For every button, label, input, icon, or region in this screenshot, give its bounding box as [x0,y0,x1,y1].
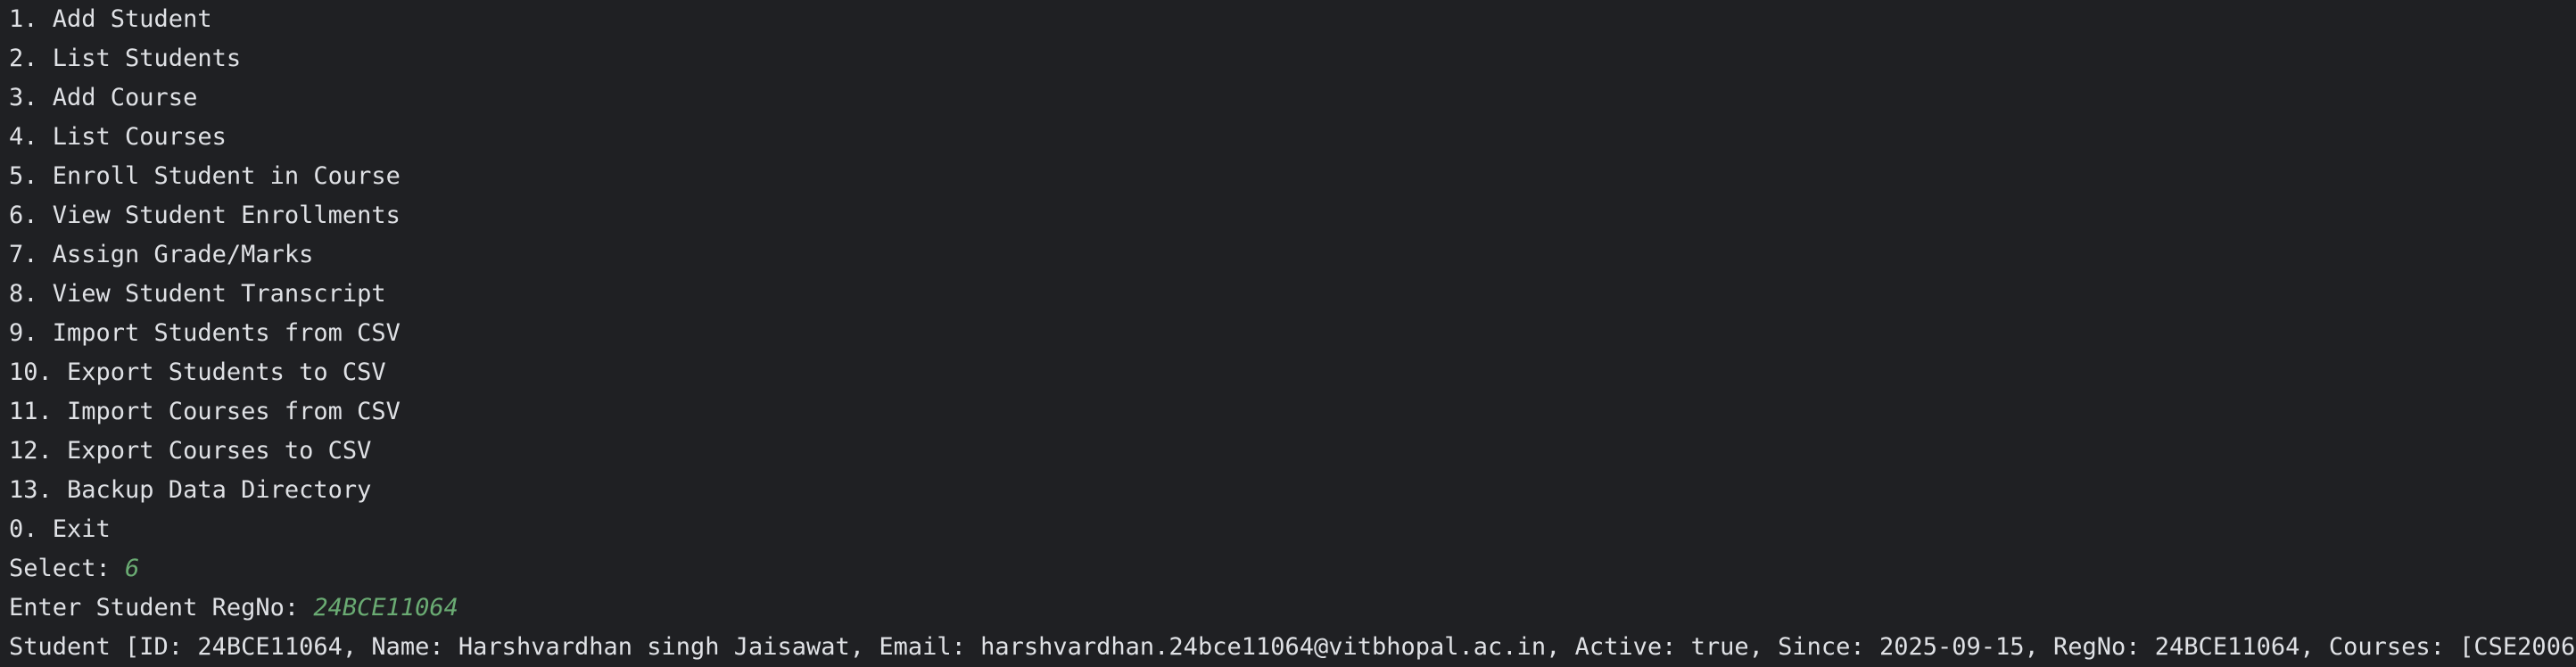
regno-prompt-line: Enter Student RegNo: 24BCE11064 [9,589,2567,628]
select-prompt: Select: [9,555,126,582]
menu-item-view-enrollments: 6. View Student Enrollments [9,202,400,229]
menu-item-assign-grade: 7. Assign Grade/Marks [9,241,314,268]
menu-item-import-students: 9. Import Students from CSV [9,319,400,347]
select-input-value: 6 [125,555,140,582]
regno-prompt: Enter Student RegNo: [9,594,314,622]
menu-item-list-students: 2. List Students [9,45,242,72]
regno-input-value: 24BCE11064 [313,594,458,622]
menu-item-export-courses: 12. Export Courses to CSV [9,437,372,465]
select-prompt-line: Select: 6 [9,549,2567,589]
menu-item-export-students: 10. Export Students to CSV [9,358,386,386]
console-output[interactable]: 1. Add Student 2. List Students 3. Add C… [0,0,2576,667]
menu-item-backup-data: 13. Backup Data Directory [9,476,372,504]
menu-item-list-courses: 4. List Courses [9,123,227,151]
menu-item-add-course: 3. Add Course [9,84,198,111]
menu-item-exit: 0. Exit [9,515,111,543]
menu-item-enroll-student: 5. Enroll Student in Course [9,162,400,190]
menu-item-view-transcript: 8. View Student Transcript [9,280,386,308]
menu-item-import-courses: 11. Import Courses from CSV [9,398,400,425]
student-result-line: Student [ID: 24BCE11064, Name: Harshvard… [9,633,2576,661]
menu-item-add-student: 1. Add Student [9,5,212,33]
